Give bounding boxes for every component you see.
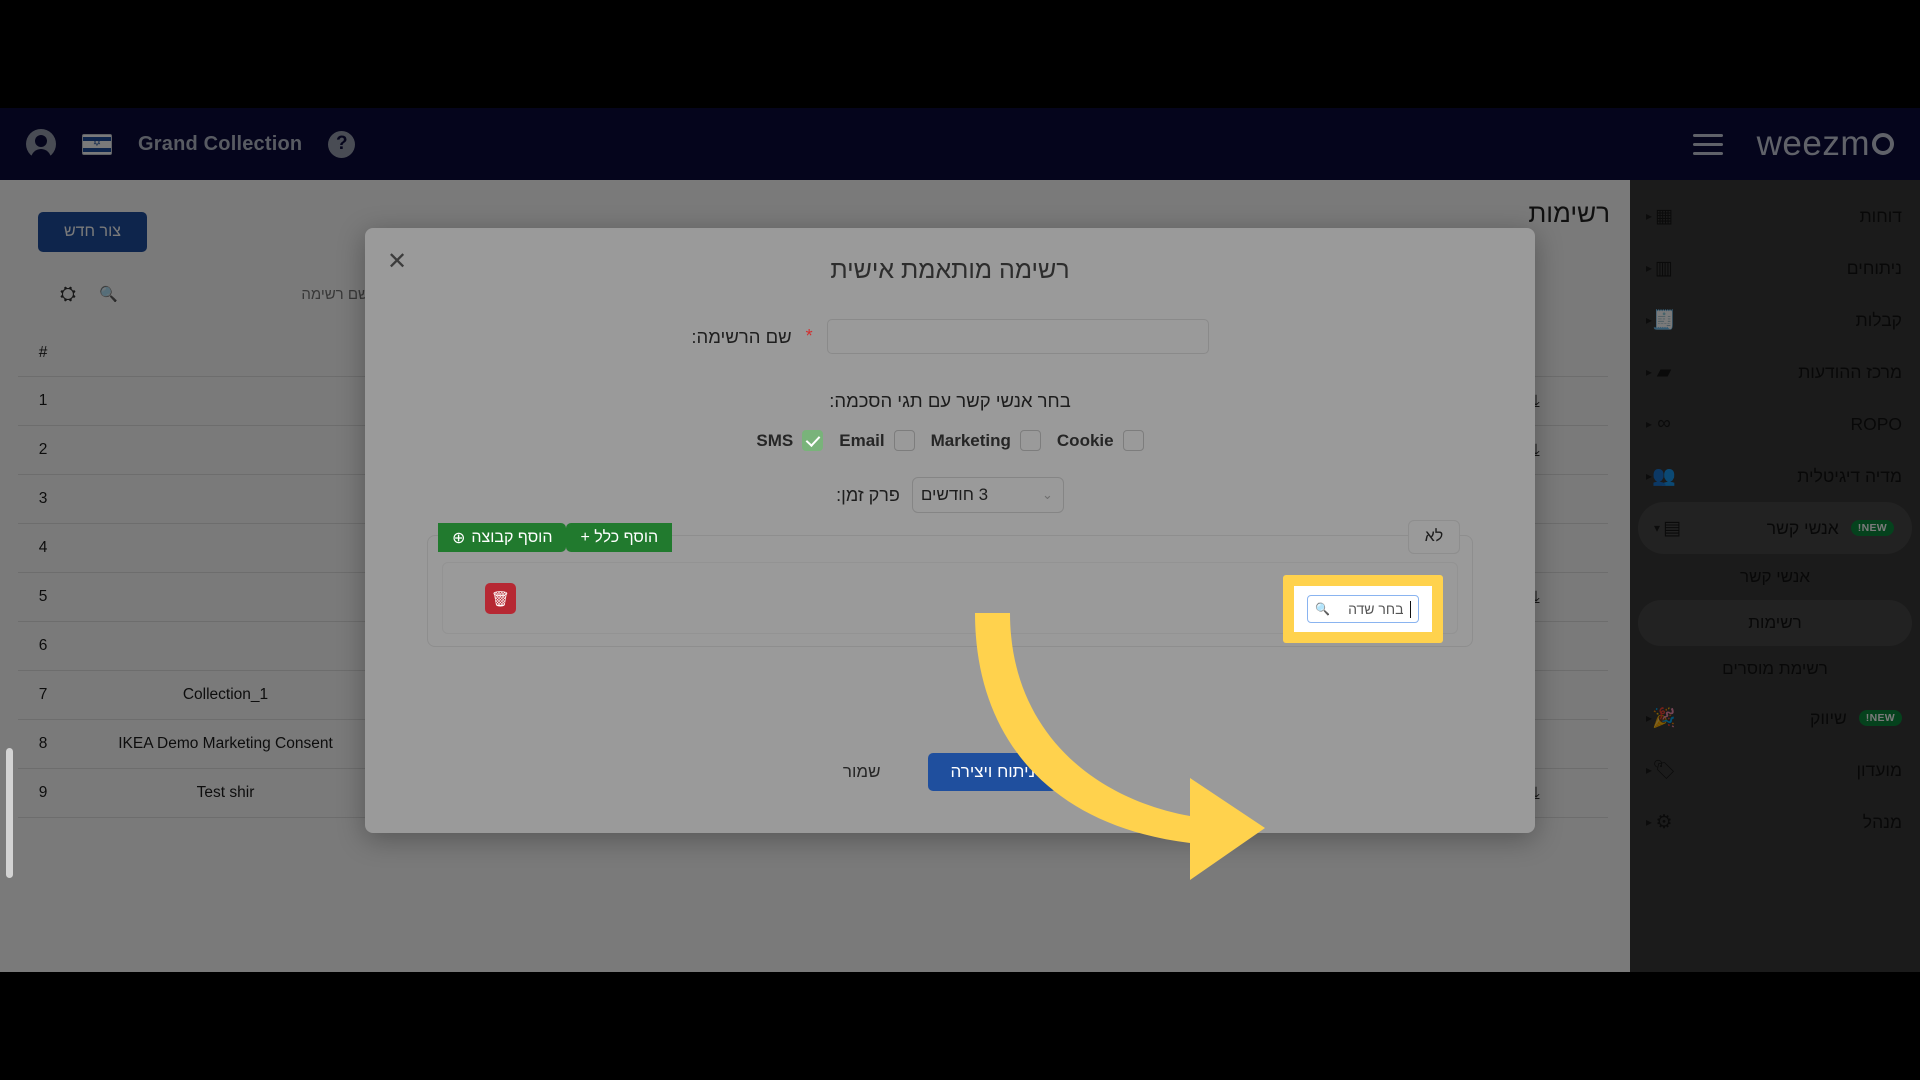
consent-item-marketing[interactable]: Marketing — [931, 430, 1041, 451]
period-row: ⌄ 3 חודשים פרק זמן: — [365, 477, 1535, 513]
field-search-input[interactable]: 🔍 בחר שדה — [1307, 595, 1419, 623]
consent-item-email[interactable]: Email — [839, 430, 915, 451]
search-icon: 🔍 — [1315, 602, 1330, 616]
consent-checkbox[interactable] — [1122, 430, 1144, 451]
period-label: פרק זמן: — [836, 484, 900, 505]
page-scrollbar[interactable] — [6, 748, 13, 878]
consent-item-sms[interactable]: SMS — [756, 430, 824, 451]
list-name-input[interactable] — [826, 319, 1209, 354]
add-group-label: הוסף קבוצה — [471, 528, 553, 546]
consent-checkbox[interactable] — [802, 430, 824, 451]
plus-circle-icon: ⊕ — [452, 529, 466, 547]
close-icon[interactable]: ✕ — [387, 250, 407, 274]
rule-group-buttons: הוסף כלל + הוסף קבוצה ⊕ — [438, 523, 673, 552]
text-cursor — [1409, 600, 1411, 618]
period-value: 3 חודשים — [920, 485, 989, 504]
consent-label: Cookie — [1056, 430, 1114, 450]
consent-label: Email — [839, 430, 885, 450]
application-window: ✡ Grand Collection ? weezm ▸דוחות▦▸ניתוח… — [0, 108, 1920, 972]
consent-label: Marketing — [930, 430, 1011, 450]
field-search-placeholder: בחר שדה — [1348, 601, 1404, 617]
consent-label: SMS — [756, 430, 794, 450]
rule-group-panel: הוסף כלל + הוסף קבוצה ⊕ לא 🗑 🔍 בחר שדה — [427, 520, 1473, 647]
field-search-highlight: 🔍 בחר שדה — [1283, 575, 1443, 643]
save-button[interactable]: שמור — [843, 762, 881, 782]
consent-checkbox[interactable] — [893, 430, 915, 451]
screen-root: ✡ Grand Collection ? weezm ▸דוחות▦▸ניתוח… — [0, 0, 1920, 1080]
modal-title: רשימה מותאמת אישית — [830, 256, 1070, 284]
consent-section-title: בחר אנשי קשר עם תגי הסכמה: — [829, 390, 1071, 411]
chevron-down-icon: ⌄ — [1041, 487, 1053, 502]
custom-list-modal: ✕ רשימה מותאמת אישית * שם הרשימה: בחר אנ… — [365, 228, 1535, 833]
consent-checkbox[interactable] — [1019, 430, 1041, 451]
analyze-and-create-button[interactable]: ניתוח ויצירה — [928, 753, 1058, 791]
trash-icon[interactable]: 🗑 — [485, 583, 516, 614]
field-search-highlight-inner: 🔍 בחר שדה — [1294, 586, 1432, 632]
period-select[interactable]: ⌄ 3 חודשים — [911, 477, 1064, 513]
consent-checkbox-row: Cookie Marketing Email SMS — [365, 430, 1535, 451]
modal-footer: ניתוח ויצירה שמור — [365, 753, 1535, 791]
list-name-row: * שם הרשימה: — [365, 319, 1535, 354]
required-asterisk: * — [805, 326, 813, 346]
add-rule-button[interactable]: הוסף כלל + — [566, 523, 673, 552]
rule-row: 🗑 🔍 בחר שדה — [442, 562, 1458, 643]
list-name-label: שם הרשימה: — [691, 325, 792, 347]
consent-item-cookie[interactable]: Cookie — [1057, 430, 1144, 451]
negation-select[interactable]: לא — [1408, 520, 1460, 554]
add-group-button[interactable]: הוסף קבוצה ⊕ — [438, 523, 567, 552]
